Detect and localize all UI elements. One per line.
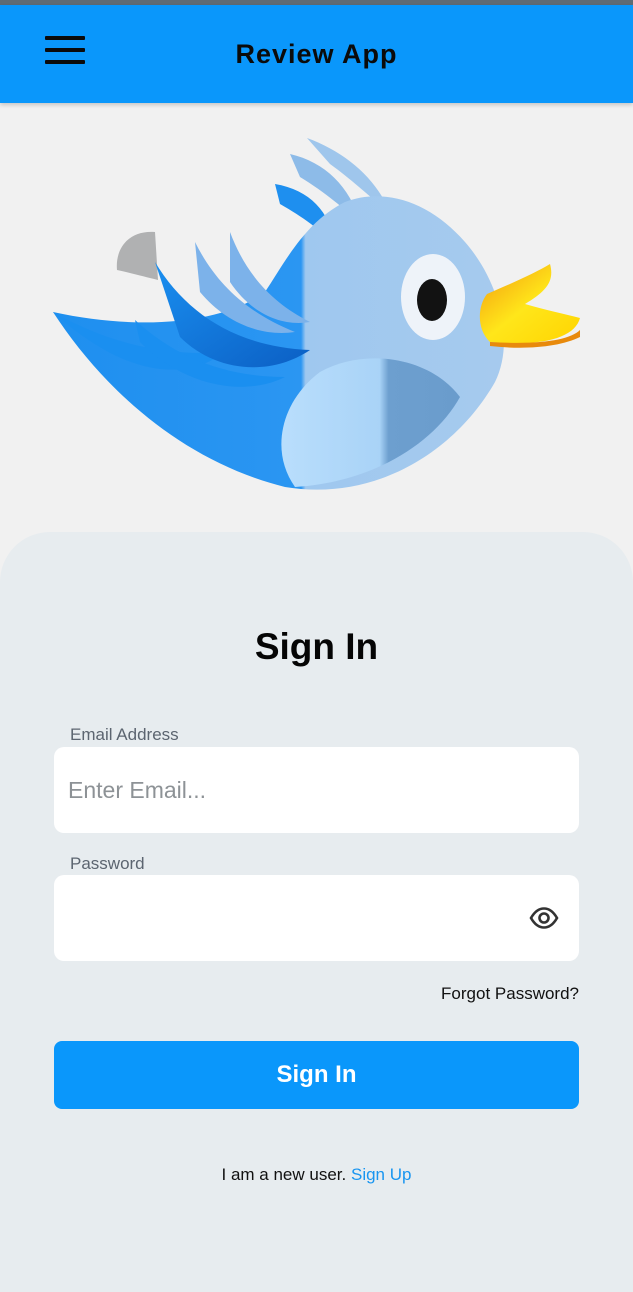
forgot-password-link[interactable]: Forgot Password? (441, 984, 579, 1004)
email-input[interactable] (54, 747, 579, 833)
email-field-container (54, 747, 579, 833)
signup-link[interactable]: Sign Up (351, 1165, 411, 1184)
signup-prompt: I am a new user. Sign Up (0, 1165, 633, 1185)
email-label: Email Address (70, 725, 179, 744)
signin-button[interactable]: Sign In (54, 1041, 579, 1109)
password-label: Password (70, 854, 145, 873)
password-field-container (54, 875, 579, 961)
signin-title: Sign In (254, 626, 379, 667)
eye-icon (529, 907, 559, 929)
password-visibility-toggle[interactable] (529, 903, 559, 933)
bird-logo-icon (45, 132, 590, 502)
new-user-text: I am a new user. (221, 1165, 347, 1184)
password-input[interactable] (54, 875, 579, 961)
app-title: Review App (235, 38, 398, 69)
